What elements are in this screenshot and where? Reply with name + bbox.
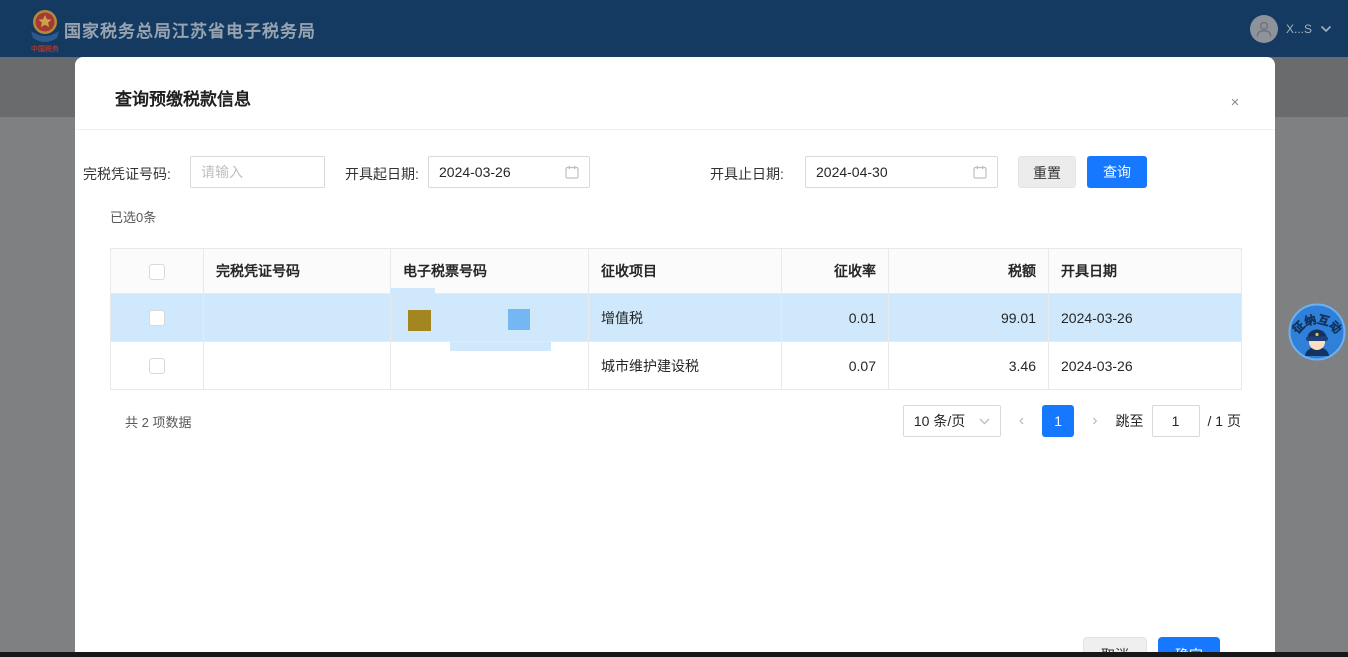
cell-project: 增值税: [588, 293, 782, 342]
end-date-picker[interactable]: [805, 156, 998, 188]
col-rate: 征收率: [781, 248, 889, 294]
avatar[interactable]: [1249, 14, 1278, 43]
cell-amount: 99.01: [888, 293, 1049, 342]
selected-count: 已选0条: [110, 210, 157, 225]
cell-project: 城市维护建设税: [588, 341, 782, 390]
col-voucher-no: 完税凭证号码: [203, 248, 391, 294]
voucher-number-label: 完税凭证号码:: [83, 166, 171, 182]
col-project: 征收项目: [588, 248, 782, 294]
user-name[interactable]: X...S: [1286, 22, 1312, 36]
calendar-icon: [973, 165, 987, 179]
redaction-mark-olive: [408, 310, 431, 331]
table-header-row: 完税凭证号码 电子税票号码 征收项目 征收率 税额 开具日期: [110, 248, 1242, 294]
end-date-label: 开具止日期:: [710, 166, 784, 182]
title-divider: [75, 129, 1275, 130]
bottom-edge-strip: [0, 652, 1348, 657]
screen: 中国税务 国家税务总局江苏省电子税务局 X...S 查询预缴税款信息 × 完税凭…: [0, 0, 1348, 657]
chevron-down-icon: [979, 418, 990, 424]
calendar-icon: [565, 165, 579, 179]
cell-rate: 0.01: [781, 293, 889, 342]
row-checkbox[interactable]: [149, 310, 165, 327]
page-size-value: 10 条/页: [913, 413, 966, 429]
table-row[interactable]: 增值税 0.01 99.01 2024-03-26: [110, 293, 1242, 342]
jump-label: 跳至: [1115, 413, 1144, 429]
query-button[interactable]: 查询: [1087, 156, 1147, 188]
total-count-text: 共 2 项数据: [125, 414, 192, 430]
svg-text:中国税务: 中国税务: [31, 44, 60, 53]
user-menu[interactable]: X...S: [1249, 0, 1332, 57]
pagination: 10 条/页 ‹ 1 › 跳至 / 1 页: [902, 405, 1241, 437]
row-checkbox[interactable]: [149, 358, 165, 375]
reset-button[interactable]: 重置: [1018, 156, 1076, 188]
redaction-mark-light-blue: [390, 288, 435, 294]
col-eticket-no: 电子税票号码: [390, 248, 589, 294]
person-icon: [1256, 21, 1272, 37]
cell-date: 2024-03-26: [1048, 293, 1242, 342]
interaction-badge[interactable]: 征纳互动: [1288, 303, 1346, 361]
cell-voucher-no: [203, 341, 391, 390]
redaction-mark-light-blue: [450, 342, 551, 351]
page-size-select[interactable]: 10 条/页: [902, 405, 1001, 437]
jump-page-input[interactable]: [1151, 405, 1200, 437]
results-table: 完税凭证号码 电子税票号码 征收项目 征收率 税额 开具日期 增值税 0.01 …: [110, 248, 1242, 390]
start-date-picker[interactable]: [428, 156, 590, 188]
header-select-all-cell: [110, 248, 204, 294]
site-title: 国家税务总局江苏省电子税务局: [64, 22, 316, 41]
page-jump: 跳至 / 1 页: [1116, 405, 1241, 437]
end-date-input[interactable]: [816, 164, 965, 180]
close-icon[interactable]: ×: [1225, 93, 1245, 113]
table-row[interactable]: 城市维护建设税 0.07 3.46 2024-03-26: [110, 341, 1242, 390]
redaction-mark-blue: [508, 309, 530, 330]
prev-page-button[interactable]: ‹: [1015, 412, 1028, 430]
modal-title: 查询预缴税款信息: [115, 90, 251, 109]
cell-date: 2024-03-26: [1048, 341, 1242, 390]
tax-emblem-icon: 中国税务: [31, 10, 60, 53]
table-footer: 共 2 项数据 10 条/页 ‹ 1 › 跳至 / 1 页: [110, 403, 1241, 439]
col-date: 开具日期: [1048, 248, 1242, 294]
select-all-checkbox[interactable]: [149, 263, 165, 280]
tax-emblem-logo: 中国税务: [20, 5, 70, 55]
current-page-button[interactable]: 1: [1042, 405, 1075, 437]
start-date-input[interactable]: [439, 164, 557, 180]
total-pages-text: / 1 页: [1207, 413, 1241, 429]
voucher-number-input[interactable]: [190, 156, 325, 188]
cell-rate: 0.07: [781, 341, 889, 390]
cell-voucher-no: [203, 293, 391, 342]
next-page-button[interactable]: ›: [1088, 412, 1101, 430]
cell-amount: 3.46: [888, 341, 1049, 390]
start-date-label: 开具起日期:: [345, 166, 419, 182]
top-navbar: 中国税务 国家税务总局江苏省电子税务局 X...S: [0, 0, 1348, 57]
col-amount: 税额: [888, 248, 1049, 294]
query-prepaid-tax-modal: 查询预缴税款信息 × 完税凭证号码: 开具起日期: 开具止日期: 重置 查询: [75, 57, 1275, 657]
chevron-down-icon[interactable]: [1320, 25, 1332, 33]
